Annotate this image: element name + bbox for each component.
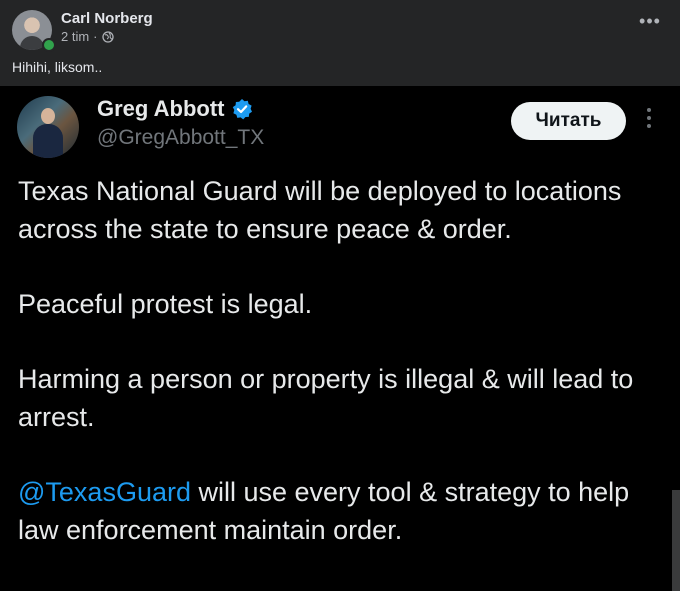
- tweet-paragraph: Texas National Guard will be deployed to…: [18, 176, 622, 244]
- tweet-paragraph: @TexasGuard will use every tool & strate…: [18, 473, 658, 549]
- tweet-paragraph: Peaceful protest is legal.: [18, 289, 313, 319]
- scrollbar[interactable]: [672, 490, 680, 591]
- tweet-author-handle[interactable]: @GregAbbott_TX: [97, 126, 264, 150]
- tweet-more-options-icon[interactable]: [644, 108, 654, 134]
- online-status-indicator: [42, 38, 56, 52]
- tweet-author-name[interactable]: Greg Abbott: [97, 96, 225, 122]
- tweet-text: Texas National Guard will be deployed to…: [18, 172, 658, 586]
- verified-badge-icon: [231, 98, 253, 120]
- embedded-tweet-image: Greg Abbott @GregAbbott_TX Читать Texas …: [0, 86, 680, 591]
- author-name[interactable]: Carl Norberg: [61, 10, 153, 27]
- globe-icon[interactable]: [101, 30, 114, 43]
- mention-link[interactable]: @TexasGuard: [18, 477, 191, 507]
- tweet-author-avatar[interactable]: [17, 96, 79, 158]
- read-button[interactable]: Читать: [511, 102, 626, 140]
- tweet-paragraph: Harming a person or property is illegal …: [18, 364, 634, 432]
- tweet-author-name-row[interactable]: Greg Abbott: [97, 96, 253, 122]
- facebook-post-header: Carl Norberg 2 tim · ••• Hihihi, liksom.…: [0, 0, 680, 86]
- post-caption: Hihihi, liksom..: [12, 59, 103, 75]
- post-meta: 2 tim ·: [61, 29, 114, 44]
- meta-separator: ·: [93, 29, 98, 44]
- post-options-icon[interactable]: •••: [636, 12, 664, 36]
- post-timestamp[interactable]: 2 tim: [61, 29, 89, 44]
